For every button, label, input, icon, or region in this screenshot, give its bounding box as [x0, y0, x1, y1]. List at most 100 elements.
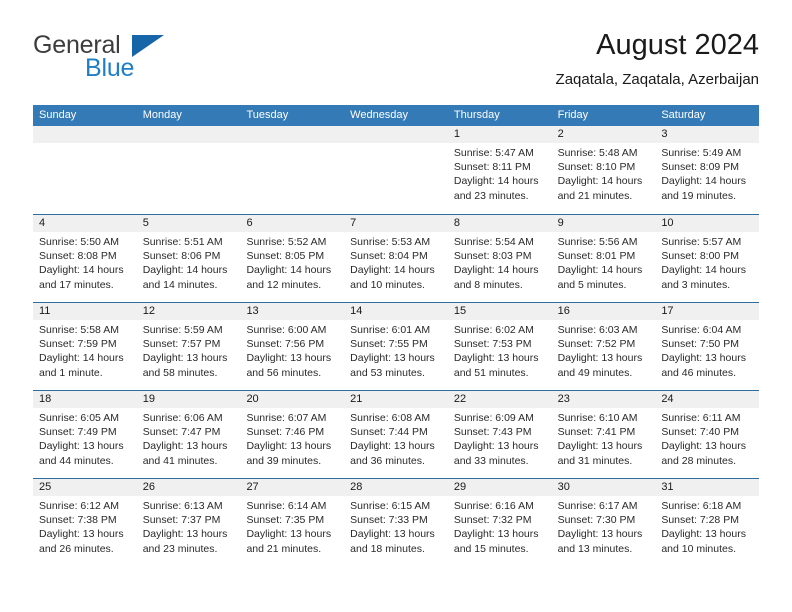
sunrise-text: Sunrise: 6:03 AM	[557, 324, 638, 336]
daylight-text-line2: and 23 minutes.	[453, 189, 529, 202]
calendar-day-cell[interactable]: 22 Sunrise: 6:09 AM Sunset: 7:43 PM Dayligh…	[447, 391, 552, 478]
calendar-day-cell[interactable]: 6 Sunrise: 5:52 AM Sunset: 8:05 PM Daylight…	[240, 215, 345, 302]
daylight-text-line1: Daylight: 14 hours	[142, 264, 228, 277]
daylight-text-line2: and 46 minutes.	[661, 366, 737, 379]
daylight-text-line1: Daylight: 14 hours	[350, 264, 435, 277]
calendar-day-cell[interactable]: 23 Sunrise: 6:10 AM Sunset: 7:41 PM Dayligh…	[551, 391, 656, 478]
day-number: 13	[240, 303, 345, 320]
sunrise-text: Sunrise: 6:17 AM	[557, 500, 638, 512]
day-number	[136, 126, 241, 143]
daylight-text-line2: and 41 minutes.	[142, 454, 218, 467]
calendar-page: General Blue August 2024 Zaqatala, Zaqat…	[0, 0, 792, 612]
calendar-day-cell[interactable]: 26 Sunrise: 6:13 AM Sunset: 7:37 PM Dayligh…	[136, 479, 241, 566]
calendar-day-cell[interactable]: 17 Sunrise: 6:04 AM Sunset: 7:50 PM Dayligh…	[655, 303, 760, 390]
calendar-day-cell[interactable]: 8 Sunrise: 5:54 AM Sunset: 8:03 PM Daylight…	[447, 215, 552, 302]
sunrise-text: Sunrise: 6:10 AM	[557, 412, 638, 424]
sunset-text: Sunset: 7:28 PM	[661, 514, 739, 527]
daylight-text-line2: and 17 minutes.	[39, 278, 114, 291]
calendar-day-cell[interactable]: 19 Sunrise: 6:06 AM Sunset: 7:47 PM Dayligh…	[136, 391, 241, 478]
day-number: 10	[655, 215, 760, 232]
day-details: Sunrise: 6:12 AM Sunset: 7:38 PM Daylight:…	[33, 496, 137, 556]
calendar-day-cell[interactable]: 9 Sunrise: 5:56 AM Sunset: 8:01 PM Daylight…	[551, 215, 656, 302]
sunset-text: Sunset: 7:56 PM	[246, 338, 325, 351]
day-details: Sunrise: 5:53 AM Sunset: 8:04 PM Daylight:…	[344, 232, 448, 292]
sunrise-text: Sunrise: 5:48 AM	[557, 147, 638, 159]
sunset-text: Sunset: 8:00 PM	[661, 250, 739, 263]
calendar-day-cell-empty	[136, 126, 241, 214]
calendar-day-cell[interactable]: 25 Sunrise: 6:12 AM Sunset: 7:38 PM Dayligh…	[33, 479, 137, 566]
sunset-text: Sunset: 7:33 PM	[350, 514, 428, 527]
calendar-day-cell[interactable]: 28 Sunrise: 6:15 AM Sunset: 7:33 PM Dayligh…	[344, 479, 448, 566]
logo-text-blue: Blue	[85, 54, 135, 82]
calendar-day-cell[interactable]: 29 Sunrise: 6:16 AM Sunset: 7:32 PM Dayligh…	[447, 479, 552, 566]
day-details: Sunrise: 6:04 AM Sunset: 7:50 PM Daylight:…	[655, 320, 759, 380]
daylight-text-line1: Daylight: 13 hours	[142, 352, 228, 365]
calendar-day-cell[interactable]: 11 Sunrise: 5:58 AM Sunset: 7:59 PM Dayligh…	[33, 303, 137, 390]
page-title: August 2024	[596, 29, 759, 61]
sunset-text: Sunset: 7:47 PM	[142, 426, 221, 439]
general-blue-logo[interactable]: General Blue	[33, 33, 233, 89]
day-number: 30	[551, 479, 656, 496]
sunset-text: Sunset: 7:52 PM	[557, 338, 636, 351]
daylight-text-line2: and 10 minutes.	[350, 278, 425, 291]
daylight-text-line2: and 28 minutes.	[661, 454, 737, 467]
sunset-text: Sunset: 8:04 PM	[350, 250, 428, 263]
day-details: Sunrise: 6:00 AM Sunset: 7:56 PM Daylight:…	[240, 320, 344, 380]
calendar-day-cell[interactable]: 16 Sunrise: 6:03 AM Sunset: 7:52 PM Dayligh…	[551, 303, 656, 390]
daylight-text-line1: Daylight: 13 hours	[661, 528, 746, 541]
calendar-day-cell[interactable]: 4 Sunrise: 5:50 AM Sunset: 8:08 PM Daylight…	[33, 215, 137, 302]
day-details: Sunrise: 6:08 AM Sunset: 7:44 PM Daylight:…	[344, 408, 448, 468]
calendar-day-cell[interactable]: 5 Sunrise: 5:51 AM Sunset: 8:06 PM Daylight…	[136, 215, 241, 302]
calendar-day-cell-empty	[344, 126, 448, 214]
calendar-day-cell[interactable]: 7 Sunrise: 5:53 AM Sunset: 8:04 PM Daylight…	[344, 215, 448, 302]
calendar-day-cell[interactable]: 30 Sunrise: 6:17 AM Sunset: 7:30 PM Dayligh…	[551, 479, 656, 566]
sunrise-text: Sunrise: 6:02 AM	[453, 324, 534, 336]
calendar-day-cell[interactable]: 12 Sunrise: 5:59 AM Sunset: 7:57 PM Dayligh…	[136, 303, 241, 390]
calendar-day-cell[interactable]: 1 Sunrise: 5:47 AM Sunset: 8:11 PM Daylight…	[447, 126, 552, 214]
calendar-day-cell[interactable]: 31 Sunrise: 6:18 AM Sunset: 7:28 PM Dayligh…	[655, 479, 760, 566]
daylight-text-line2: and 26 minutes.	[39, 542, 114, 555]
sunrise-text: Sunrise: 5:47 AM	[453, 147, 534, 159]
calendar-day-cell[interactable]: 10 Sunrise: 5:57 AM Sunset: 8:00 PM Dayligh…	[655, 215, 760, 302]
sunrise-text: Sunrise: 6:15 AM	[350, 500, 431, 512]
sunset-text: Sunset: 7:38 PM	[39, 514, 117, 527]
calendar-day-cell[interactable]: 24 Sunrise: 6:11 AM Sunset: 7:40 PM Dayligh…	[655, 391, 760, 478]
weekday-sunday: Sunday	[39, 109, 77, 121]
sunrise-text: Sunrise: 5:56 AM	[557, 236, 638, 248]
daylight-text-line2: and 36 minutes.	[350, 454, 425, 467]
day-number: 26	[136, 479, 241, 496]
day-number: 2	[551, 126, 656, 143]
day-number: 1	[447, 126, 552, 143]
day-details: Sunrise: 5:49 AM Sunset: 8:09 PM Daylight:…	[655, 143, 759, 203]
day-number: 7	[344, 215, 448, 232]
calendar-day-cell[interactable]: 21 Sunrise: 6:08 AM Sunset: 7:44 PM Dayligh…	[344, 391, 448, 478]
day-details: Sunrise: 6:06 AM Sunset: 7:47 PM Daylight:…	[137, 408, 241, 468]
day-details: Sunrise: 5:51 AM Sunset: 8:06 PM Daylight:…	[137, 232, 241, 292]
sunrise-text: Sunrise: 6:16 AM	[453, 500, 534, 512]
daylight-text-line1: Daylight: 13 hours	[557, 440, 643, 453]
calendar-day-cell[interactable]: 13 Sunrise: 6:00 AM Sunset: 7:56 PM Dayligh…	[240, 303, 345, 390]
day-number	[344, 126, 448, 143]
weekday-saturday: Saturday	[661, 109, 706, 121]
calendar-day-cell[interactable]: 18 Sunrise: 6:05 AM Sunset: 7:49 PM Dayligh…	[33, 391, 137, 478]
daylight-text-line2: and 8 minutes.	[453, 278, 523, 291]
sunrise-text: Sunrise: 5:54 AM	[453, 236, 534, 248]
sunrise-text: Sunrise: 6:08 AM	[350, 412, 431, 424]
sunrise-text: Sunrise: 6:12 AM	[39, 500, 119, 512]
calendar-day-cell[interactable]: 14 Sunrise: 6:01 AM Sunset: 7:55 PM Dayligh…	[344, 303, 448, 390]
logo-triangle-icon	[132, 35, 164, 57]
day-details: Sunrise: 6:07 AM Sunset: 7:46 PM Daylight:…	[240, 408, 344, 468]
sunset-text: Sunset: 7:46 PM	[246, 426, 325, 439]
sunrise-text: Sunrise: 6:00 AM	[246, 324, 327, 336]
daylight-text-line2: and 33 minutes.	[453, 454, 529, 467]
daylight-text-line2: and 49 minutes.	[557, 366, 633, 379]
sunset-text: Sunset: 7:32 PM	[453, 514, 532, 527]
calendar-day-cell[interactable]: 27 Sunrise: 6:14 AM Sunset: 7:35 PM Dayligh…	[240, 479, 345, 566]
sunset-text: Sunset: 7:57 PM	[142, 338, 221, 351]
daylight-text-line2: and 21 minutes.	[246, 542, 322, 555]
calendar-day-cell[interactable]: 15 Sunrise: 6:02 AM Sunset: 7:53 PM Dayligh…	[447, 303, 552, 390]
calendar-day-cell[interactable]: 2 Sunrise: 5:48 AM Sunset: 8:10 PM Daylight…	[551, 126, 656, 214]
calendar-day-cell[interactable]: 3 Sunrise: 5:49 AM Sunset: 8:09 PM Daylight…	[655, 126, 760, 214]
calendar-day-cell[interactable]: 20 Sunrise: 6:07 AM Sunset: 7:46 PM Dayligh…	[240, 391, 345, 478]
daylight-text-line1: Daylight: 13 hours	[453, 528, 539, 541]
